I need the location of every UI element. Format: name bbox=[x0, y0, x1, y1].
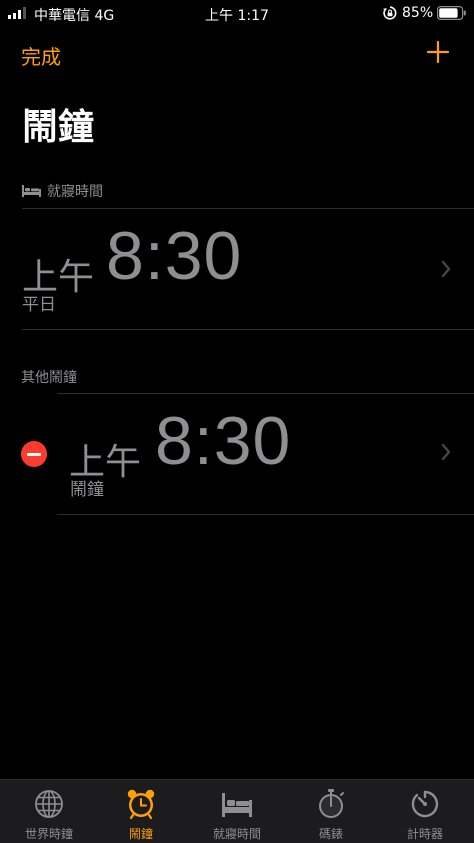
status-bar: 中華電信 4G 上午 1:17 85% bbox=[0, 0, 474, 26]
alarm-time: 8:30 bbox=[155, 403, 292, 479]
tab-alarm[interactable]: 鬧鐘 bbox=[94, 780, 188, 843]
separator bbox=[22, 329, 474, 330]
tab-label: 世界時鐘 bbox=[24, 827, 73, 841]
bed-icon bbox=[222, 793, 252, 817]
timer-icon bbox=[411, 790, 439, 818]
alarm-clock-icon bbox=[127, 789, 155, 820]
tab-label: 碼錶 bbox=[318, 827, 343, 841]
separator bbox=[57, 514, 474, 515]
tab-timer[interactable]: 計時器 bbox=[378, 780, 472, 843]
bedtime-section-title: 就寢時間 bbox=[47, 184, 103, 200]
chevron-right-icon bbox=[441, 443, 451, 461]
rotation-lock-icon bbox=[383, 6, 397, 20]
minus-icon bbox=[27, 453, 41, 456]
alarm-row[interactable]: 上午 8:30 鬧鐘 bbox=[57, 394, 474, 514]
alarm-label: 鬧鐘 bbox=[70, 480, 104, 500]
bed-icon bbox=[22, 185, 41, 197]
page-title: 鬧鐘 bbox=[22, 107, 95, 148]
plus-icon[interactable] bbox=[426, 40, 450, 64]
tab-label: 計時器 bbox=[406, 827, 443, 841]
battery-icon bbox=[437, 6, 466, 20]
tab-world-clock[interactable]: 世界時鐘 bbox=[2, 780, 96, 843]
tab-label: 鬧鐘 bbox=[128, 827, 153, 841]
tab-label: 就寢時間 bbox=[212, 827, 261, 841]
stopwatch-icon bbox=[319, 789, 344, 818]
alarm-label: 平日 bbox=[22, 295, 56, 315]
chevron-right-icon bbox=[441, 260, 451, 278]
globe-icon bbox=[35, 790, 63, 818]
bedtime-section-header: 就寢時間 bbox=[22, 181, 103, 201]
delete-alarm-button[interactable] bbox=[21, 441, 47, 467]
alarm-time: 8:30 bbox=[106, 218, 243, 294]
done-button[interactable]: 完成 bbox=[21, 41, 61, 70]
tab-stopwatch[interactable]: 碼錶 bbox=[284, 780, 378, 843]
bedtime-alarm-row[interactable]: 上午 8:30 平日 bbox=[0, 209, 474, 329]
battery-percentage: 85% bbox=[402, 5, 434, 21]
tab-bedtime[interactable]: 就寢時間 bbox=[190, 780, 284, 843]
tab-bar: 世界時鐘 鬧鐘 就寢時間 碼錶 計時器 bbox=[0, 779, 474, 843]
other-alarms-section-header: 其他鬧鐘 bbox=[21, 370, 77, 386]
